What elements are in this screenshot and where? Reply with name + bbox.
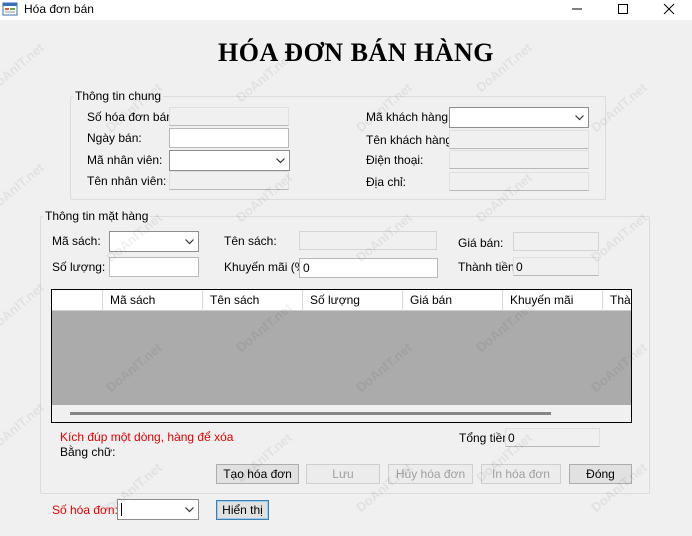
close-icon xyxy=(663,3,675,15)
subtotal-field[interactable]: 0 xyxy=(513,257,599,276)
grid-header-row: Mã sách Tên sách Số lượng Giá bán Khuyến… xyxy=(52,290,631,311)
column-header-quantity[interactable]: Số lượng xyxy=(302,290,402,311)
search-invoice-label: Số hóa đơn: xyxy=(52,503,118,517)
print-invoice-button[interactable]: In hóa đơn xyxy=(481,464,561,484)
window-title: Hóa đơn bán xyxy=(24,2,94,16)
column-header-price[interactable]: Giá bán xyxy=(402,290,502,311)
customer-name-label: Tên khách hàng: xyxy=(366,133,456,147)
column-header-subtotal[interactable]: Thành tiền xyxy=(602,290,631,311)
sale-date-input[interactable] xyxy=(169,128,289,148)
column-header-book-name[interactable]: Tên sách xyxy=(202,290,302,311)
invoice-no-field[interactable] xyxy=(169,107,289,126)
phone-field[interactable] xyxy=(449,150,589,169)
quantity-input[interactable] xyxy=(109,257,199,277)
app-form-icon xyxy=(2,1,18,17)
address-field[interactable] xyxy=(449,172,589,191)
minimize-button[interactable] xyxy=(564,0,590,18)
invoice-items-grid[interactable]: Mã sách Tên sách Số lượng Giá bán Khuyến… xyxy=(51,289,632,423)
create-invoice-button[interactable]: Tạo hóa đơn xyxy=(216,464,299,484)
customer-id-label: Mã khách hàng: xyxy=(366,110,452,124)
total-field[interactable]: 0 xyxy=(505,428,600,447)
save-button[interactable]: Lưu xyxy=(306,464,380,484)
column-header-discount[interactable]: Khuyến mãi xyxy=(502,290,602,311)
maximize-button[interactable] xyxy=(610,0,636,18)
cancel-invoice-button[interactable]: Hủy hóa đơn xyxy=(388,464,473,484)
chevron-down-icon xyxy=(185,239,194,245)
maximize-icon xyxy=(618,4,628,14)
column-header-book-id[interactable]: Mã sách xyxy=(102,290,202,311)
grid-horizontal-scrollbar[interactable] xyxy=(52,405,631,422)
book-name-field[interactable] xyxy=(299,231,437,250)
employee-name-field[interactable] xyxy=(169,171,289,190)
discount-input[interactable]: 0 xyxy=(299,258,438,278)
show-button[interactable]: Hiển thị xyxy=(216,500,269,520)
employee-id-label: Mã nhân viên: xyxy=(87,153,163,167)
price-field[interactable] xyxy=(513,232,599,251)
close-button[interactable]: Đóng xyxy=(569,464,632,484)
total-label: Tổng tiền xyxy=(459,431,510,445)
employee-name-label: Tên nhân viên: xyxy=(87,174,167,188)
phone-label: Điện thoại: xyxy=(366,153,424,167)
book-id-label: Mã sách: xyxy=(52,234,101,248)
employee-id-combo[interactable] xyxy=(169,150,290,171)
delete-hint: Kích đúp một dòng, hàng để xóa xyxy=(60,430,234,444)
general-info-legend: Thông tin chung xyxy=(73,89,164,103)
customer-id-combo[interactable] xyxy=(449,107,589,128)
customer-name-field[interactable] xyxy=(449,130,589,149)
sale-date-label: Ngày bán: xyxy=(87,131,142,145)
chevron-down-icon xyxy=(575,115,584,121)
close-window-button[interactable] xyxy=(656,0,682,18)
in-words-label: Bằng chữ: xyxy=(60,445,116,459)
book-id-combo[interactable] xyxy=(109,231,199,252)
address-label: Địa chỉ: xyxy=(366,175,407,189)
book-name-label: Tên sách: xyxy=(224,234,277,248)
search-invoice-combo[interactable] xyxy=(117,499,199,520)
price-label: Giá bán: xyxy=(458,236,504,250)
page-title: HÓA ĐƠN BÁN HÀNG xyxy=(218,38,494,67)
text-caret xyxy=(121,503,122,516)
item-info-legend: Thông tin mặt hàng xyxy=(43,209,151,223)
chevron-down-icon xyxy=(276,158,285,164)
minimize-icon xyxy=(572,8,582,10)
quantity-label: Số lượng: xyxy=(52,260,106,274)
subtotal-label: Thành tiền: xyxy=(458,260,519,274)
chevron-down-icon xyxy=(185,507,194,513)
invoice-no-label: Số hóa đơn bán: xyxy=(87,110,177,124)
scrollbar-thumb[interactable] xyxy=(70,412,551,415)
watermark: DoAnIT.net xyxy=(0,159,47,216)
